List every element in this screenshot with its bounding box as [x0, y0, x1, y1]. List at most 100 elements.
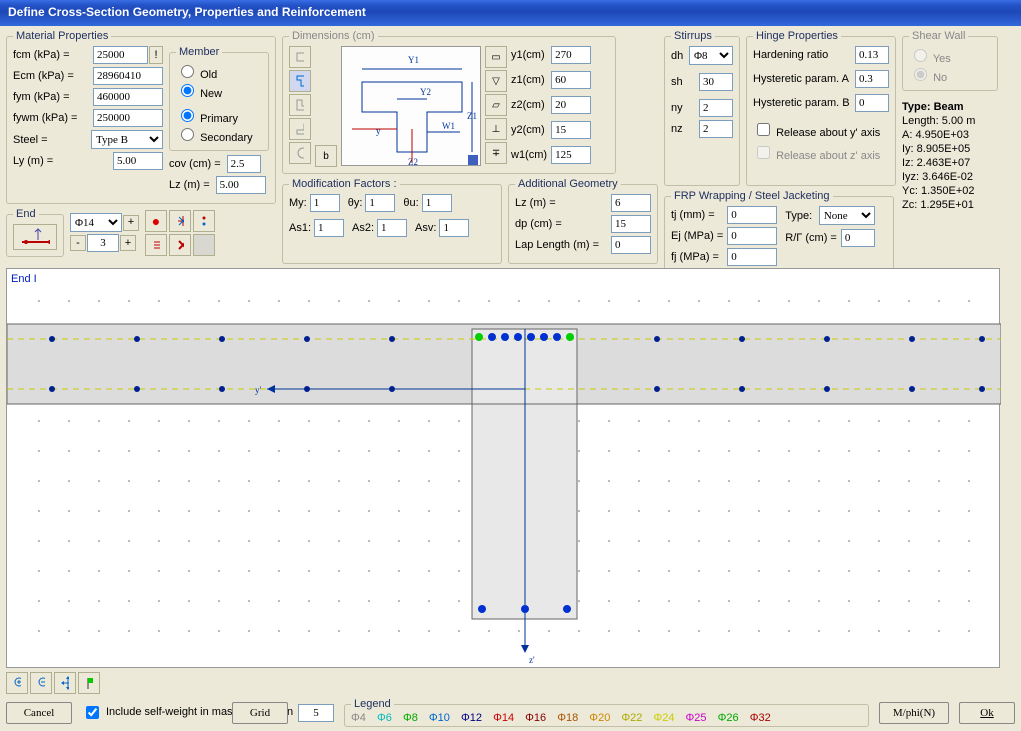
cancel-button[interactable]: Cancel: [6, 702, 72, 724]
fj-input[interactable]: [727, 248, 777, 266]
flag-button[interactable]: [78, 672, 100, 694]
cov-label: cov (cm) =: [169, 158, 221, 170]
modfactors-group: Modification Factors : My: θy: θu: As1: …: [282, 178, 502, 264]
asv-input[interactable]: [439, 219, 469, 237]
rg-input[interactable]: [841, 229, 875, 247]
tool-red-dot[interactable]: ●: [145, 210, 167, 232]
end-section-button[interactable]: [13, 224, 57, 250]
tool-x-cross[interactable]: [169, 234, 191, 256]
y1-label: y1(cm): [511, 49, 545, 61]
as2-label: As2:: [352, 222, 374, 234]
ha-input[interactable]: [855, 70, 889, 88]
zoom-out-button[interactable]: [30, 672, 52, 694]
hb-input[interactable]: [855, 94, 889, 112]
hard-input[interactable]: [855, 46, 889, 64]
w1-input[interactable]: [551, 146, 591, 164]
dim-z1-icon[interactable]: ▽: [485, 70, 507, 92]
shape-tee-selected[interactable]: [289, 70, 311, 92]
pan-button[interactable]: [54, 672, 76, 694]
dim-w1-icon[interactable]: ∓: [485, 142, 507, 164]
lz-label-top: Lz (m) =: [169, 179, 210, 191]
as1-label: As1:: [289, 222, 311, 234]
ok-button[interactable]: Ok: [959, 702, 1015, 724]
member-secondary[interactable]: Secondary: [176, 132, 253, 144]
rebar-plus2-button[interactable]: +: [120, 235, 136, 251]
legend-phi14: Φ14: [493, 712, 514, 724]
fcm-info-button[interactable]: !: [149, 46, 163, 64]
tool-disabled: [193, 234, 215, 256]
rebar-plus-button[interactable]: +: [123, 215, 139, 231]
ny-label: ny: [671, 102, 683, 114]
shape-l[interactable]: [289, 94, 311, 116]
y1-input[interactable]: [551, 46, 591, 64]
thu-input[interactable]: [422, 194, 452, 212]
tool-grid-dots[interactable]: [193, 210, 215, 232]
legend-phi20: Φ20: [589, 712, 610, 724]
legend-phi16: Φ16: [525, 712, 546, 724]
shearwall-group: Shear Wall Yes No: [902, 30, 998, 91]
z1-input[interactable]: [551, 71, 591, 89]
lz-input-top[interactable]: [216, 176, 266, 194]
rebar-minus-button[interactable]: -: [70, 235, 86, 251]
addgeom-legend: Additional Geometry: [515, 178, 621, 190]
thu-label: θu:: [403, 197, 418, 209]
legend-phi32: Φ32: [750, 712, 771, 724]
frp-type-select[interactable]: None: [819, 206, 875, 225]
dh-select[interactable]: Φ8: [689, 46, 733, 65]
dp-input[interactable]: [611, 215, 651, 233]
ny-input[interactable]: [699, 99, 733, 117]
addgeom-lz-input[interactable]: [611, 194, 651, 212]
tool-arrows-cross[interactable]: [169, 210, 191, 232]
fym-input[interactable]: [93, 88, 163, 106]
rely-check[interactable]: Release about y' axis: [753, 127, 880, 139]
tj-input[interactable]: [727, 206, 777, 224]
rebar-diameter-select[interactable]: Φ14: [70, 213, 122, 232]
z2-input[interactable]: [551, 96, 591, 114]
steel-select[interactable]: Type B: [91, 130, 163, 149]
member-new[interactable]: New: [176, 88, 222, 100]
lap-label: Lap Length (m) =: [515, 239, 599, 251]
legend-phi6: Φ6: [377, 712, 392, 724]
ly-label: Ly (m) =: [13, 155, 53, 167]
include-selfweight-check[interactable]: Include self-weight in mass calculation: [82, 703, 222, 722]
member-primary[interactable]: Primary: [176, 113, 238, 125]
b-button[interactable]: b: [315, 145, 337, 167]
dim-z2-icon[interactable]: ▱: [485, 94, 507, 116]
rebar-count-input[interactable]: [87, 234, 119, 252]
as1-input[interactable]: [314, 219, 344, 237]
lap-input[interactable]: [611, 236, 651, 254]
legend-phi24: Φ24: [653, 712, 674, 724]
legend-group: Legend Φ4 Φ6 Φ8 Φ10 Φ12 Φ14 Φ16 Φ18 Φ20 …: [344, 698, 869, 727]
as2-input[interactable]: [377, 219, 407, 237]
dp-label: dp (cm) =: [515, 218, 562, 230]
shape-l2[interactable]: [289, 118, 311, 140]
shape-rect[interactable]: [289, 46, 311, 68]
member-old[interactable]: Old: [176, 69, 217, 81]
section-canvas[interactable]: End I y' z': [6, 268, 1000, 668]
nz-input[interactable]: [699, 120, 733, 138]
w1-label: w1(cm): [511, 149, 547, 161]
modfac-legend: Modification Factors :: [289, 178, 400, 190]
ecm-input[interactable]: [93, 67, 163, 85]
asv-label: Asv:: [415, 222, 436, 234]
my-input[interactable]: [310, 194, 340, 212]
zoom-in-button[interactable]: [6, 672, 28, 694]
z1-label: z1(cm): [511, 74, 545, 86]
thy-input[interactable]: [365, 194, 395, 212]
mphi-button[interactable]: M/phi(N): [879, 702, 949, 724]
cov-input[interactable]: [227, 155, 261, 173]
y2-input[interactable]: [551, 121, 591, 139]
tool-red-lines[interactable]: [145, 234, 167, 256]
ej-input[interactable]: [727, 227, 777, 245]
dim-y2-icon[interactable]: ⊥: [485, 118, 507, 140]
fcm-input[interactable]: [93, 46, 148, 64]
my-label: My:: [289, 197, 307, 209]
fywm-input[interactable]: [93, 109, 163, 127]
ly-input[interactable]: [113, 152, 163, 170]
ecm-label: Ecm (kPa) =: [13, 70, 74, 82]
grid-button[interactable]: Grid: [232, 702, 288, 724]
sh-input[interactable]: [699, 73, 733, 91]
ha-label: Hysteretic param. A: [753, 73, 849, 85]
dim-y1-icon[interactable]: ▭: [485, 46, 507, 68]
shape-circle[interactable]: [289, 142, 311, 164]
